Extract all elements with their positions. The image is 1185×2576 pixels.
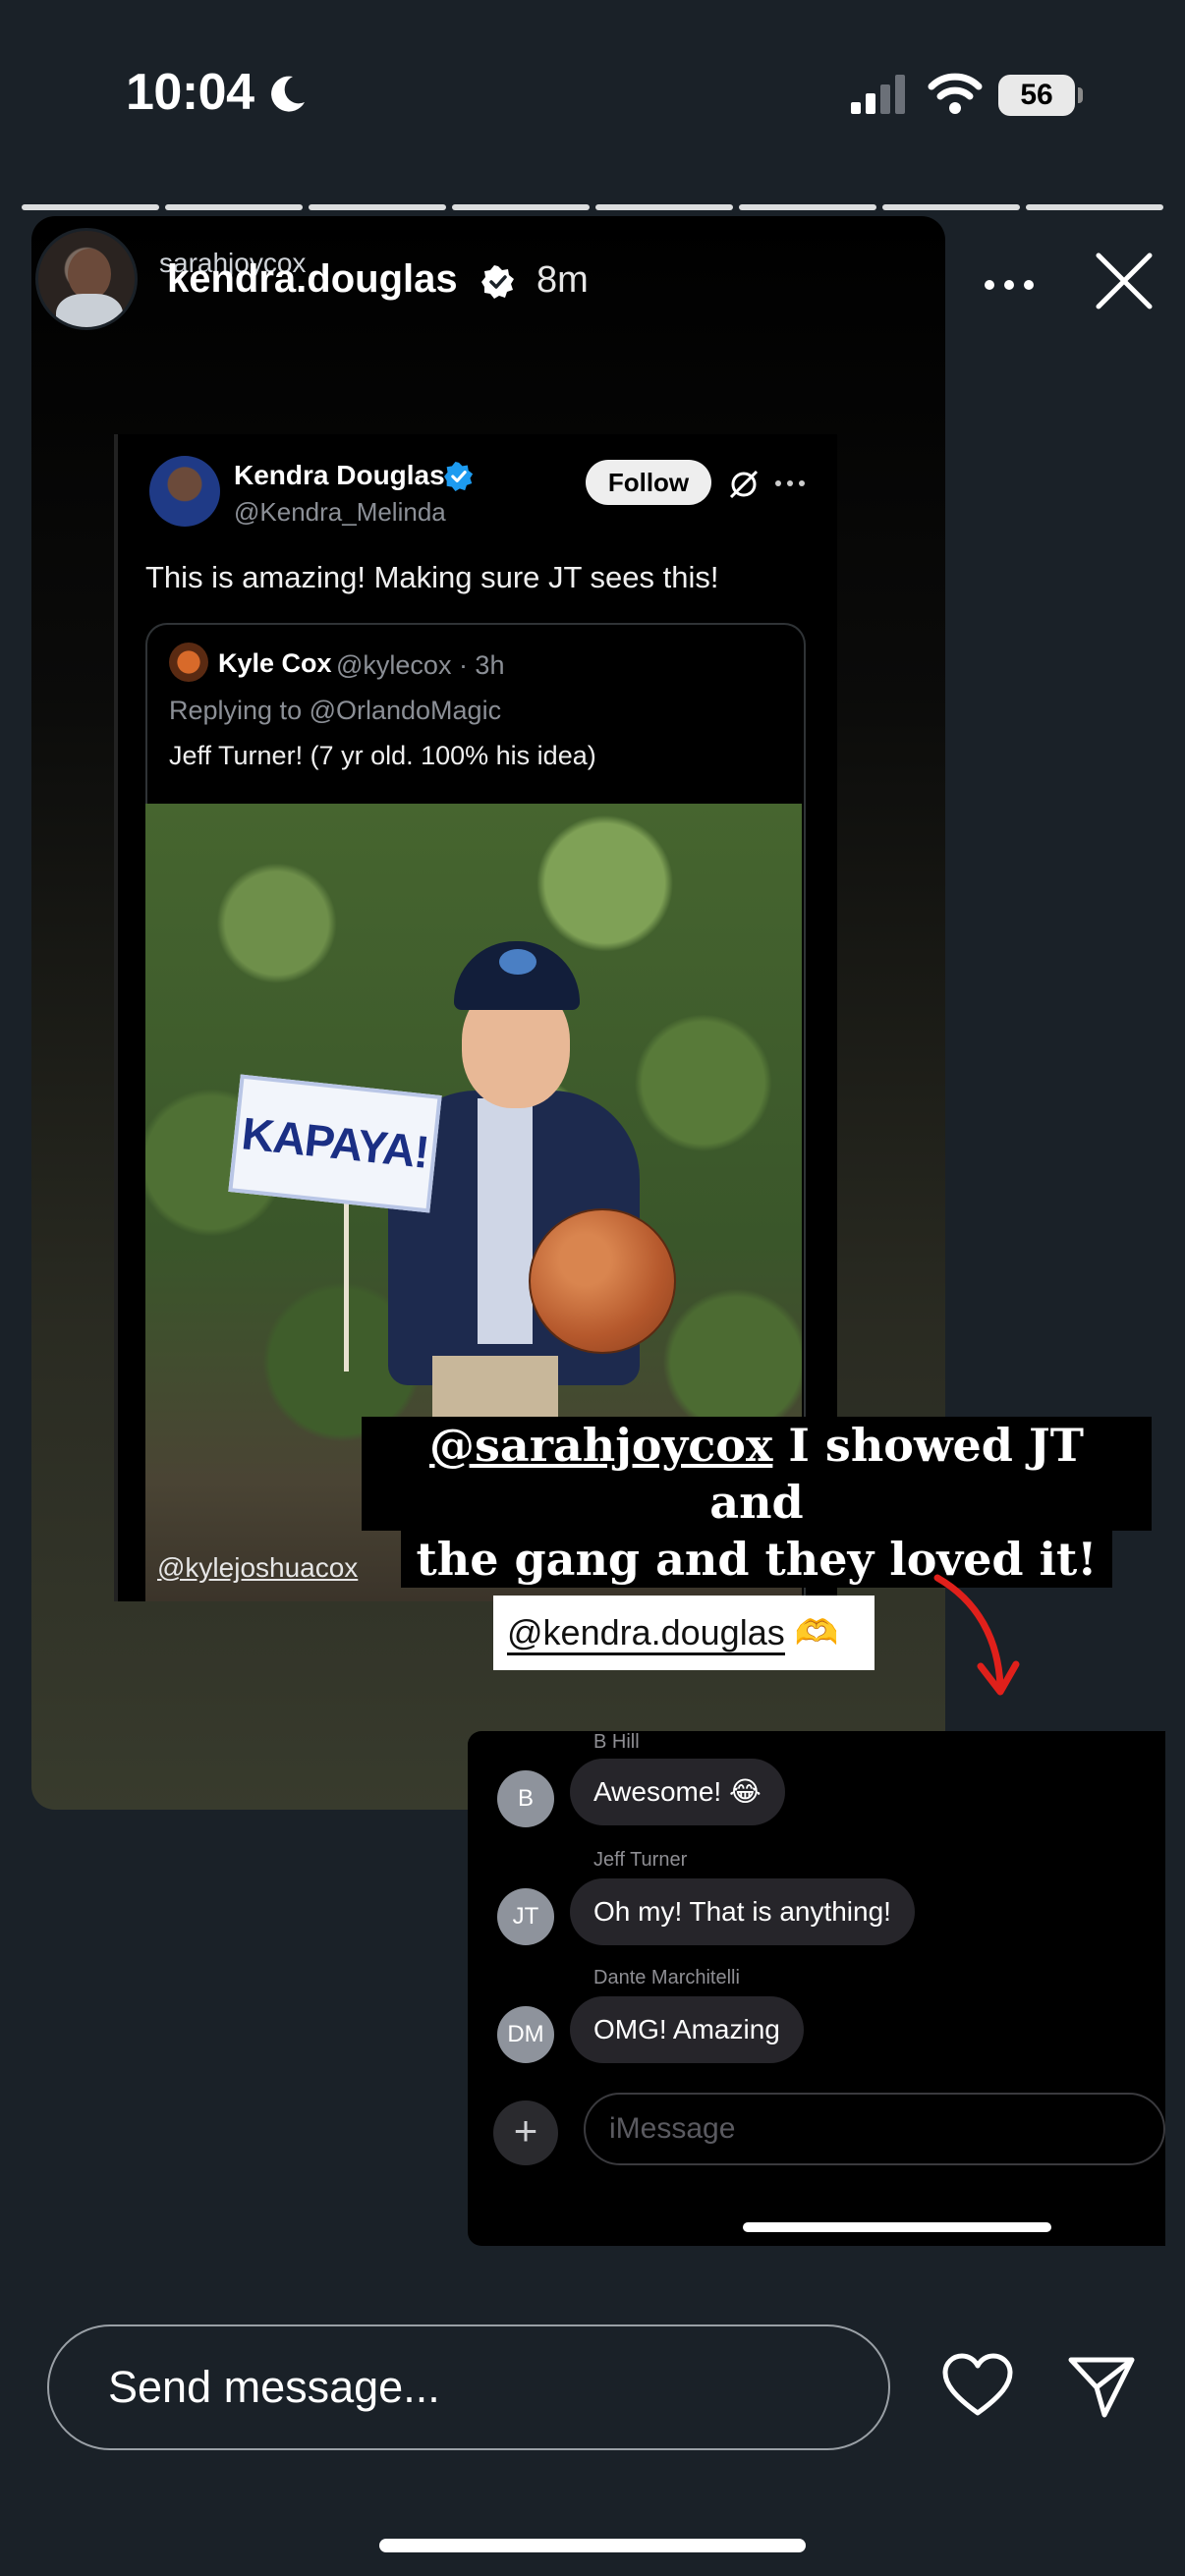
message-avatar: JT — [497, 1888, 554, 1945]
progress-segment — [165, 204, 303, 210]
imessage-home-indicator — [743, 2222, 1051, 2232]
close-icon[interactable] — [1093, 250, 1156, 312]
status-time: 10:04 — [126, 64, 254, 121]
message-bubble: Awesome! 😂 — [570, 1759, 785, 1825]
home-indicator — [379, 2539, 806, 2552]
story-progress-bar — [22, 204, 1163, 210]
message-sender: Jeff Turner — [593, 1849, 688, 1871]
photo-cap-logo — [499, 949, 536, 975]
heart-hands-emoji: 🫶 — [794, 1612, 839, 1652]
quoted-author-name: Kyle Cox — [218, 648, 332, 678]
photo-pants — [432, 1356, 558, 1425]
story-avatar[interactable] — [35, 228, 138, 330]
tweet-author-avatar — [149, 456, 220, 527]
progress-segment — [309, 204, 446, 210]
more-options-icon[interactable] — [983, 265, 1036, 305]
progress-segment — [1026, 204, 1163, 210]
tweet-more-icon — [775, 480, 805, 486]
tweet-author-handle: @Kendra_Melinda — [234, 497, 446, 527]
caption-line-1: @sarahjoycox I showed JT and — [362, 1417, 1152, 1531]
quoted-replying-to: Replying to @OrlandoMagic — [169, 696, 502, 725]
red-arrow-icon — [933, 1574, 1020, 1696]
quoted-tweet-text: Jeff Turner! (7 yr old. 100% his idea) — [169, 741, 596, 770]
battery-indicator: 56 — [998, 75, 1083, 116]
message-sender: Dante Marchitelli — [593, 1967, 740, 1988]
photo-basketball — [529, 1208, 676, 1354]
photo-sign-stick — [344, 1203, 349, 1372]
quoted-author-meta: @kylecox · 3h — [336, 650, 505, 680]
story-caption: @sarahjoycox I showed JT and the gang an… — [362, 1417, 1152, 1588]
photo-sign: KAPAYA! — [228, 1074, 442, 1213]
message-avatar: DM — [497, 2006, 554, 2063]
progress-segment — [595, 204, 733, 210]
mention-sticker[interactable]: @kendra.douglas 🫶 — [493, 1596, 875, 1670]
message-bubble: Oh my! That is anything! — [570, 1878, 915, 1945]
message-sender: B Hill — [593, 1731, 640, 1753]
progress-segment — [22, 204, 159, 210]
cellular-signal-icon — [851, 75, 905, 114]
imessage-screenshot — [468, 1731, 1165, 2246]
quoted-author-avatar — [169, 643, 208, 682]
story-username[interactable]: kendra.douglas — [167, 257, 458, 302]
share-send-icon[interactable] — [1065, 2352, 1138, 2421]
moon-icon — [271, 76, 305, 112]
message-bubble: OMG! Amazing — [570, 1996, 804, 2063]
progress-segment — [882, 204, 1020, 210]
photo-shirt — [478, 1098, 533, 1344]
send-message-placeholder: Send message... — [108, 2362, 440, 2412]
tweet-verified-icon — [444, 462, 474, 491]
like-heart-icon[interactable] — [941, 2352, 1014, 2421]
grok-icon — [729, 470, 759, 499]
imessage-input: iMessage — [584, 2093, 1165, 2165]
progress-segment — [739, 204, 876, 210]
tweet-text: This is amazing! Making sure JT sees thi… — [145, 560, 719, 594]
photo-mention-tag[interactable]: @kylejoshuacox — [157, 1552, 358, 1584]
caption-mention[interactable]: @sarahjoycox — [429, 1419, 772, 1472]
mention-sticker-name: @kendra.douglas — [507, 1612, 785, 1655]
imessage-plus-icon: + — [493, 2100, 558, 2165]
tweet-follow-button: Follow — [586, 460, 711, 505]
verified-badge-icon — [481, 265, 514, 299]
message-avatar: B — [497, 1770, 554, 1827]
story-timestamp: 8m — [536, 259, 589, 301]
wifi-icon — [928, 73, 983, 114]
tweet-author-name: Kendra Douglas — [234, 460, 445, 490]
progress-segment — [452, 204, 590, 210]
